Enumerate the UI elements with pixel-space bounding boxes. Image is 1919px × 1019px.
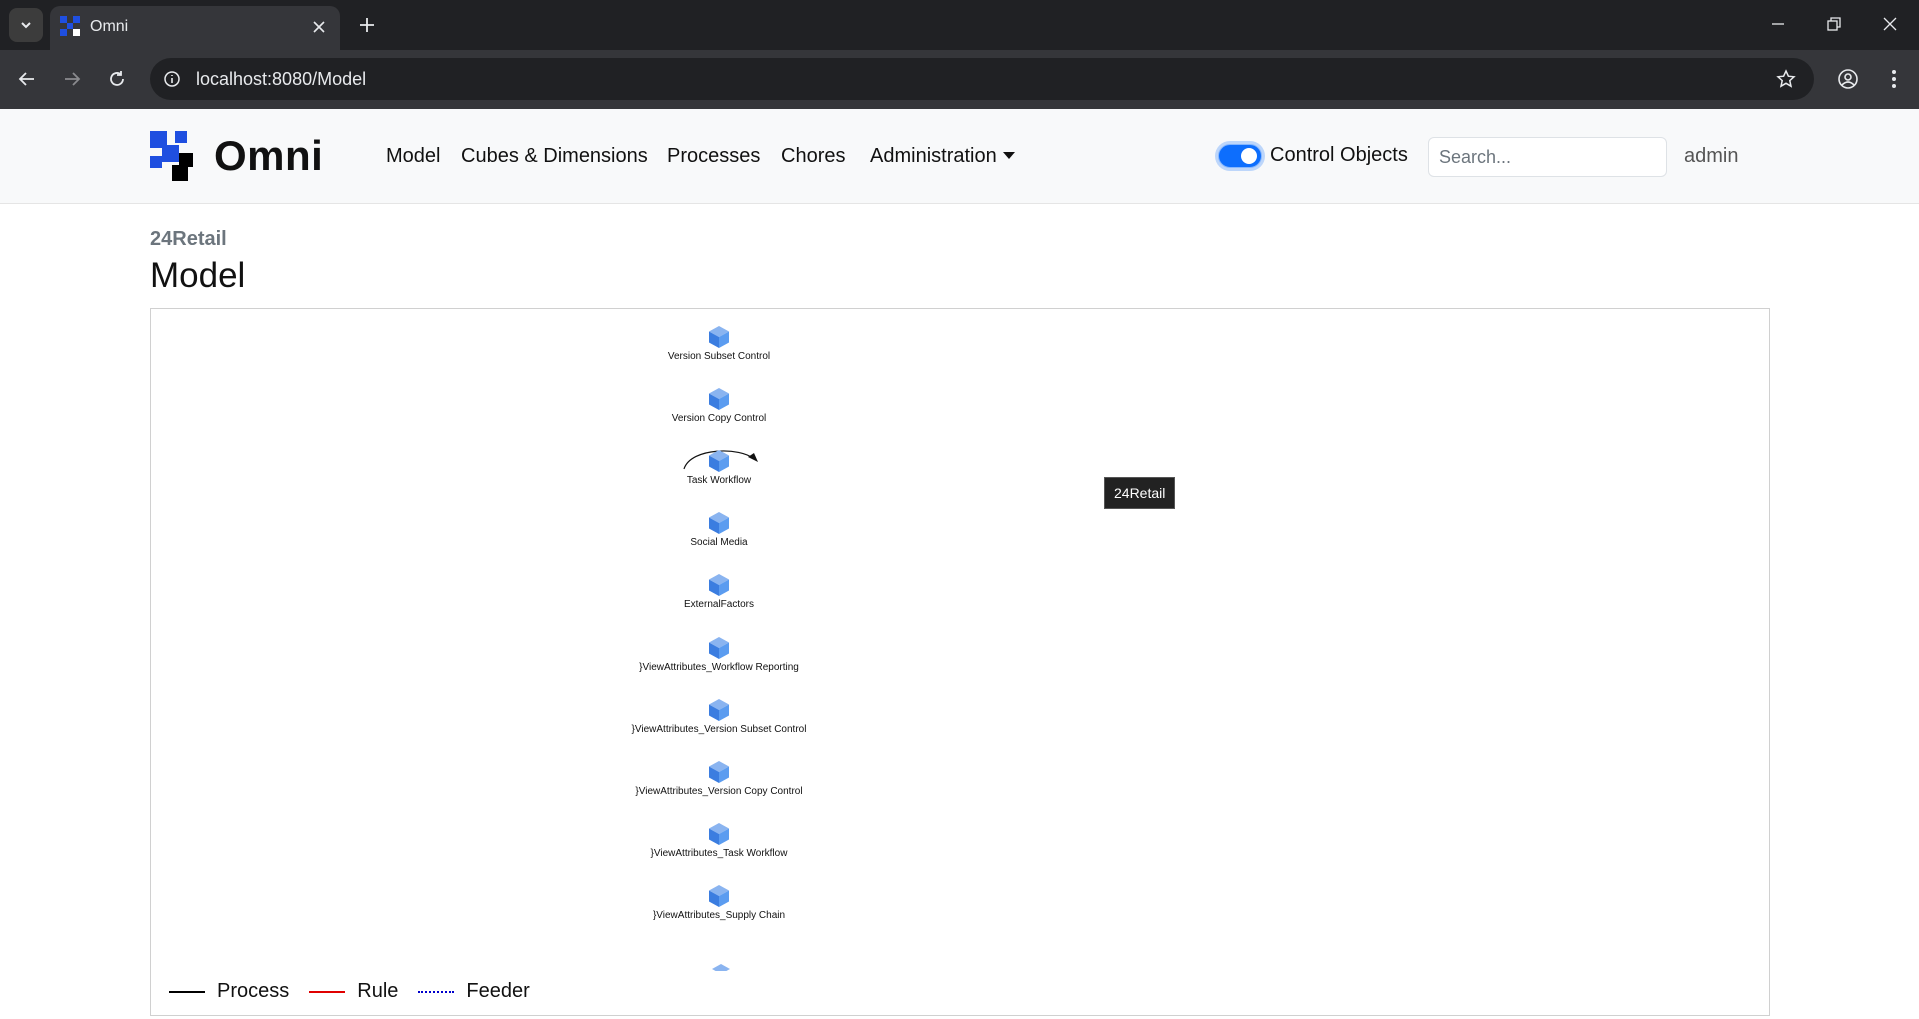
cube-label: Task Workflow (686, 475, 752, 487)
cube-icon (709, 698, 729, 721)
cube-node[interactable]: }ViewAttributes_Task Workflow (609, 822, 829, 859)
minimize-button[interactable] (1758, 8, 1798, 40)
omni-logo-icon (150, 131, 193, 181)
browser-menu-button[interactable] (1878, 63, 1910, 95)
legend-process-label: Process (217, 980, 290, 1002)
cube-icon (709, 512, 729, 535)
omni-favicon-icon (60, 16, 80, 36)
model-tooltip: 24Retail (1104, 477, 1176, 509)
cube-icon (709, 760, 729, 783)
site-info-icon[interactable] (160, 67, 184, 91)
cube-node[interactable]: Task Workflow (609, 449, 829, 486)
forward-button[interactable] (56, 63, 88, 95)
cube-node[interactable]: }ViewAttributes_Version Copy Control (609, 760, 829, 797)
legend-process: Process (169, 980, 289, 1003)
feeder-line-swatch (418, 990, 455, 993)
cube-label: }ViewAttributes_Version Copy Control (635, 785, 803, 797)
cube-label: Version Copy Control (671, 413, 767, 425)
url-text[interactable]: localhost:8080/Model (196, 69, 366, 90)
page-title: Model (150, 256, 246, 295)
nav-administration-dropdown[interactable]: Administration (870, 145, 1015, 168)
cube-label: ExternalFactors (683, 599, 755, 611)
cube-node[interactable]: Social Media (609, 511, 829, 548)
user-menu[interactable]: admin (1684, 145, 1738, 168)
tab-search-button[interactable] (9, 8, 43, 42)
legend-rule: Rule (309, 980, 398, 1003)
cube-partial-icon (712, 964, 730, 971)
legend: Process Rule Feeder (169, 980, 550, 1003)
cube-label: }ViewAttributes_Supply Chain (652, 909, 786, 921)
minimize-icon (1772, 23, 1784, 25)
tab-close-button[interactable] (308, 16, 330, 38)
close-icon (313, 21, 325, 33)
close-icon (1883, 17, 1897, 31)
back-button[interactable] (11, 63, 43, 95)
cube-label: }ViewAttributes_Workflow Reporting (639, 661, 799, 673)
brand-link[interactable]: Omni (150, 131, 323, 181)
arrow-left-icon (18, 72, 34, 86)
legend-feeder: Feeder (418, 980, 530, 1003)
cube-icon (709, 636, 729, 659)
cube-icon (709, 388, 729, 411)
browser-tab[interactable]: Omni (50, 6, 340, 50)
app-navbar: Omni Model Cubes & Dimensions Processes … (0, 109, 1919, 204)
chevron-down-icon (21, 22, 31, 29)
cube-icon (709, 822, 729, 845)
bookmark-star-icon[interactable] (1774, 67, 1798, 91)
toggle-knob (1241, 148, 1257, 164)
cube-node[interactable]: }ViewAttributes_Supply Chain (609, 884, 829, 921)
tab-title: Omni (90, 18, 129, 35)
cube-label: }ViewAttributes_Task Workflow (650, 847, 788, 859)
more-vert-icon (1892, 70, 1896, 88)
profile-icon (1838, 69, 1858, 89)
cube-icon (709, 574, 729, 597)
control-objects-toggle[interactable] (1218, 144, 1262, 168)
nav-model[interactable]: Model (386, 145, 440, 168)
nav-administration-label: Administration (870, 145, 997, 167)
cube-label: Version Subset Control (667, 351, 771, 362)
cube-icon (709, 326, 729, 348)
model-graph[interactable]: Version Subset Control Version Copy Contr… (150, 308, 1770, 1016)
cube-node[interactable]: Version Subset Control (609, 325, 829, 362)
reload-icon (110, 71, 124, 86)
restore-button[interactable] (1814, 8, 1854, 40)
brand-name: Omni (214, 132, 324, 179)
legend-rule-label: Rule (357, 980, 399, 1002)
cube-node[interactable]: }ViewAttributes_Workflow Reporting (609, 636, 829, 673)
new-tab-button[interactable] (352, 10, 382, 40)
nav-chores[interactable]: Chores (781, 145, 845, 168)
browser-toolbar: localhost:8080/Model (0, 50, 1919, 109)
plus-icon (360, 18, 374, 32)
cube-icon (709, 450, 729, 473)
arrow-right-icon (65, 72, 81, 86)
nav-processes[interactable]: Processes (667, 145, 760, 168)
browser-tabstrip: Omni (0, 0, 1919, 50)
cube-label: Social Media (690, 537, 748, 549)
restore-icon (1827, 17, 1841, 31)
search-input[interactable] (1428, 137, 1667, 177)
cube-label: }ViewAttributes_Version Subset Control (631, 723, 807, 735)
cube-icon (709, 884, 729, 907)
legend-feeder-label: Feeder (466, 980, 530, 1002)
model-server-name: 24Retail (150, 228, 227, 250)
control-objects-label: Control Objects (1270, 144, 1408, 166)
process-line-swatch (169, 990, 205, 993)
address-bar[interactable]: localhost:8080/Model (150, 58, 1814, 100)
nav-cubes-dimensions[interactable]: Cubes & Dimensions (461, 145, 648, 168)
cube-node[interactable]: ExternalFactors (609, 573, 829, 610)
caret-down-icon (1002, 152, 1015, 159)
reload-button[interactable] (101, 63, 133, 95)
rule-line-swatch (309, 990, 346, 993)
cube-node[interactable]: }ViewAttributes_Version Subset Control (609, 698, 829, 735)
profile-button[interactable] (1832, 63, 1864, 95)
close-window-button[interactable] (1870, 8, 1910, 40)
cube-node[interactable]: Version Copy Control (609, 387, 829, 424)
